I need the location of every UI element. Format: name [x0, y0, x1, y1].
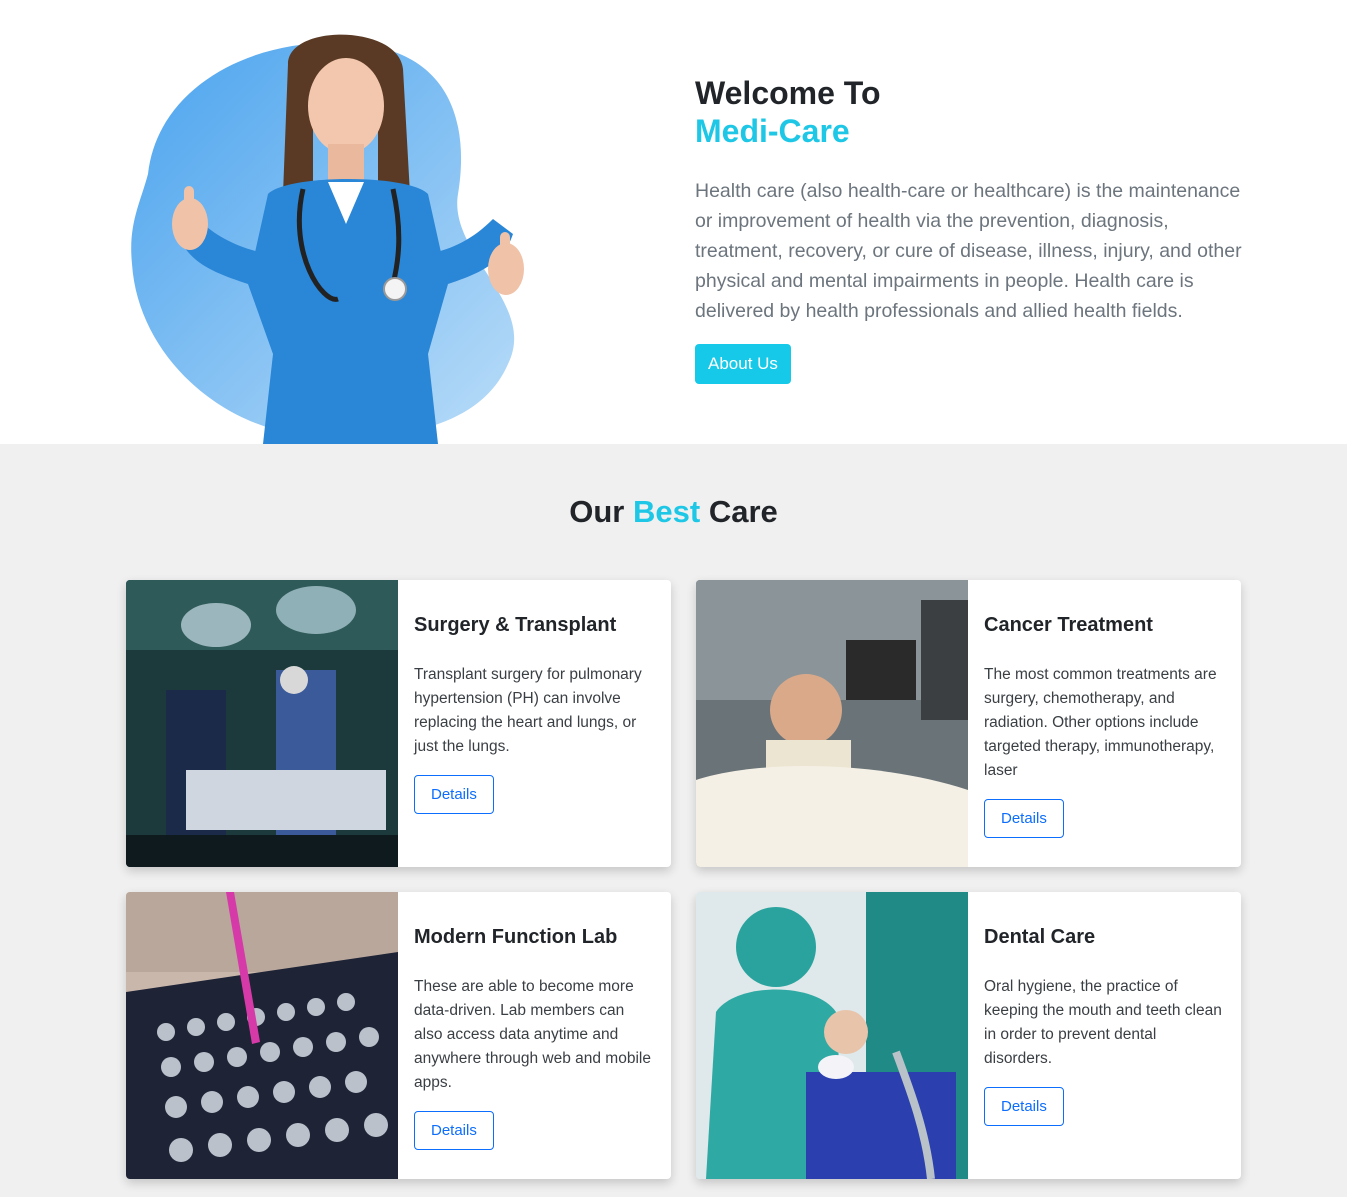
about-us-button[interactable]: About Us [695, 344, 791, 384]
details-button[interactable]: Details [414, 1111, 494, 1150]
details-button[interactable]: Details [984, 1087, 1064, 1126]
card-title: Surgery & Transplant [414, 614, 617, 636]
card-text: Transplant surgery for pulmonary hyperte… [414, 666, 642, 755]
card-title: Dental Care [984, 926, 1096, 948]
card-text: These are able to become more data-drive… [414, 978, 651, 1091]
hero-title: Welcome To [695, 75, 881, 111]
section-title: Our Best Care [0, 494, 1347, 530]
nurse-illustration [128, 24, 538, 444]
details-button[interactable]: Details [414, 775, 494, 814]
section-title-accent: Best [632, 494, 701, 529]
card-text: Oral hygiene, the practice of keeping th… [984, 978, 1222, 1067]
service-card-dental: Dental Care Oral hygiene, the practice o… [696, 892, 1241, 1179]
service-card-cancer: Cancer Treatment The most common treatme… [696, 580, 1241, 867]
hero-brand: Medi-Care [695, 113, 850, 149]
service-card-lab: Modern Function Lab These are able to be… [126, 892, 671, 1179]
card-title: Modern Function Lab [414, 926, 618, 948]
hero-description: Health care (also health-care or healthc… [695, 180, 1242, 322]
hero-text-block: Welcome To Medi-Care Health care (also h… [695, 74, 1255, 384]
card-title: Cancer Treatment [984, 614, 1153, 636]
details-button[interactable]: Details [984, 799, 1064, 838]
card-text: The most common treatments are surgery, … [984, 666, 1217, 779]
service-card-surgery: Surgery & Transplant Transplant surgery … [126, 580, 671, 867]
services-section: Our Best Care Surgery & Transplant Trans… [0, 444, 1347, 1197]
dentist-photo [696, 892, 968, 1179]
section-title-pre: Our [569, 494, 625, 529]
lab-tubes-photo [126, 892, 398, 1179]
section-title-post: Care [708, 494, 778, 529]
hero-section: Welcome To Medi-Care Health care (also h… [0, 0, 1347, 444]
child-patient-photo [696, 580, 968, 867]
surgery-room-photo [126, 580, 398, 867]
